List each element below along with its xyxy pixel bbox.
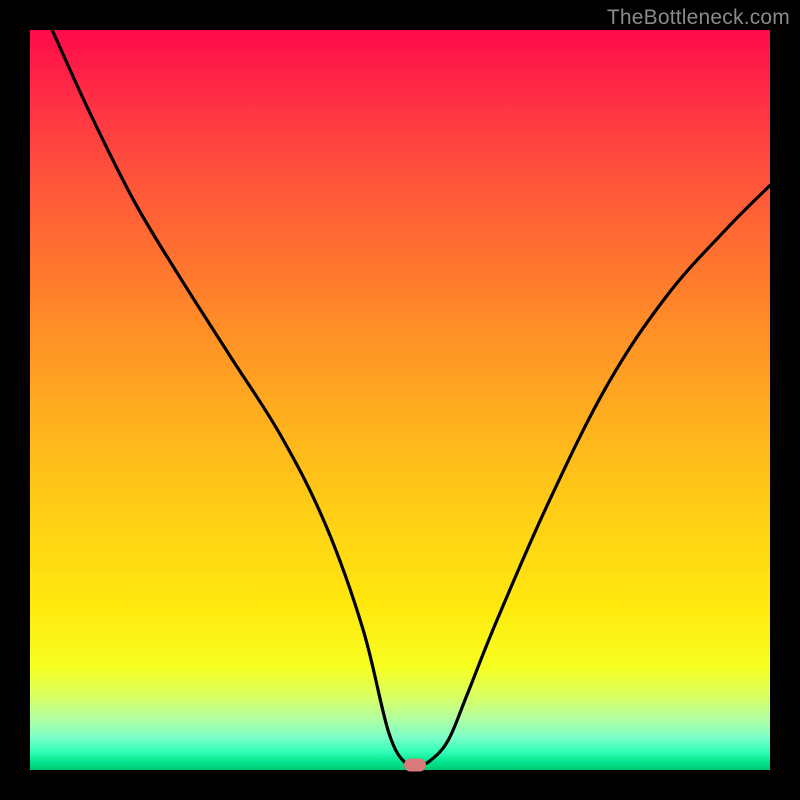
watermark-text: TheBottleneck.com: [607, 6, 790, 30]
optimal-marker: [404, 758, 426, 771]
chart-frame: TheBottleneck.com: [0, 0, 800, 800]
bottleneck-curve: [30, 30, 770, 770]
plot-area: [30, 30, 770, 770]
